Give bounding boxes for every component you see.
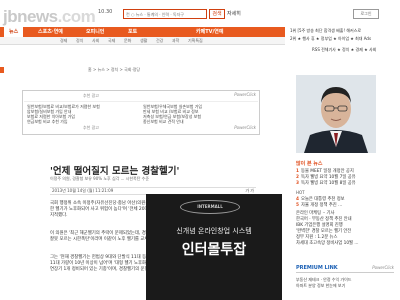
- subnav-item-special[interactable]: 기획특집: [188, 38, 203, 44]
- ad-head-2: 추천 광고: [83, 125, 99, 130]
- more-news-item[interactable]: 차세대 초고속망 정비사업 10월 ...: [296, 240, 358, 246]
- ad-box: 추천 광고 PowerClick 일반보험/보험료 비교/보험료가 저렴한 보험…: [22, 90, 260, 135]
- subnav-item-culture[interactable]: 문화: [124, 38, 131, 44]
- breadcrumb: 홈 > 뉴스 > 정치 > 국회·정당: [88, 67, 141, 72]
- subnav-item-world[interactable]: 국제: [108, 38, 115, 44]
- header-date: 10.30: [98, 9, 113, 15]
- article-date: 2013년 10월 14일 (월) 11:21:09: [52, 188, 114, 193]
- search-input[interactable]: [124, 10, 206, 18]
- subnav-item-life[interactable]: 생활: [140, 38, 147, 44]
- detail-search-button[interactable]: 자세히: [227, 9, 247, 19]
- nav-item-sports[interactable]: 스포츠·연예: [38, 27, 63, 37]
- ad-link[interactable]: 종신보험 비교 견적 안내: [143, 119, 184, 125]
- article-subtitle: 이정주 의원, 경찰청 보유 90% 노후 심각 ... 시한폭탄 수준: [50, 176, 150, 181]
- rss-links[interactable]: RSS 전체기사 ★ 정치 ★ 경제 ★ 사회: [312, 47, 376, 53]
- rank-number: 3: [296, 181, 299, 186]
- popup-subtitle: 신개념 온라인창업 시스템: [176, 227, 252, 235]
- popular-news-title: 많이 본 뉴스: [296, 161, 323, 167]
- subnav-item-economy[interactable]: 경제: [60, 38, 67, 44]
- nav-item-cafetv[interactable]: 카페TV/연예: [196, 27, 224, 37]
- premium-link-header: PREMIUM LINK PowerClick: [296, 264, 394, 273]
- premium-powerclick-badge[interactable]: PowerClick: [372, 265, 394, 270]
- logo-tld: .com: [57, 7, 96, 26]
- premium-link[interactable]: 아파트 분양 정보 한눈에 보기: [296, 283, 345, 289]
- sub-nav: 경제 정치 사회 국제 문화 생활 건강 과학 기획특집: [0, 37, 285, 45]
- banner-line-1[interactable]: 1위 [5주 방송 최단 합격생 배출! 해커스로: [290, 28, 361, 34]
- right-banner: 1위 [5주 방송 최단 합격생 배출! 해커스로 2위 ★ 행사 휴 ★ 정부…: [286, 27, 400, 45]
- article-headline: '언제 떨어질지 모르는 경찰헬기': [50, 166, 180, 177]
- position-marker: [0, 67, 4, 73]
- nav-item-opinion[interactable]: 오피니언: [86, 27, 104, 37]
- popular-news-item[interactable]: 3 독자 웰빙 요약 10월 8일 공유: [296, 180, 356, 186]
- site-logo[interactable]: jbnews.com: [3, 7, 96, 27]
- article-body-line: 지적했다.: [50, 213, 68, 218]
- portrait-image: [296, 75, 376, 153]
- popup-logo-text: INTERMALL: [197, 204, 223, 209]
- popup-logo: INTERMALL: [180, 200, 240, 214]
- popup-ad[interactable]: INTERMALL 신개념 온라인창업 시스템 인터몰투잡: [146, 194, 282, 300]
- reporter-photo: [296, 75, 376, 153]
- premium-link-title: PREMIUM LINK: [296, 265, 338, 271]
- powerclick-badge[interactable]: PowerClick: [234, 92, 256, 97]
- login-button[interactable]: 로그인: [353, 9, 379, 19]
- nav-item-news[interactable]: 뉴스: [4, 27, 24, 37]
- ad-head: 추천 광고: [83, 93, 99, 98]
- rank-number: 5: [296, 203, 299, 208]
- popup-title: 인터몰투잡: [181, 242, 247, 258]
- search-button[interactable]: 검색: [209, 9, 225, 19]
- popular-news-item[interactable]: 5 자율 개정 정책 추진 ...: [296, 202, 342, 208]
- hot-section-head: HOT: [296, 190, 305, 195]
- subnav-item-politics[interactable]: 정치: [76, 38, 83, 44]
- main-nav: 뉴스 스포츠·연예 오피니언 포토 카페TV/연예: [0, 27, 285, 37]
- subnav-item-science[interactable]: 과학: [172, 38, 179, 44]
- ad-link[interactable]: 연금보험 비교 추천 가입: [27, 119, 68, 125]
- ad-divider: [24, 101, 258, 102]
- subnav-item-society[interactable]: 사회: [92, 38, 99, 44]
- banner-line-2[interactable]: 2위 ★ 행사 휴 ★ 정부업 ★ 아이업 ★ 최대 Ads: [290, 36, 371, 42]
- subnav-item-health[interactable]: 건강: [156, 38, 163, 44]
- powerclick-badge-2[interactable]: PowerClick: [234, 125, 256, 130]
- search-box[interactable]: [123, 9, 207, 19]
- nav-item-photo[interactable]: 포토: [128, 27, 137, 37]
